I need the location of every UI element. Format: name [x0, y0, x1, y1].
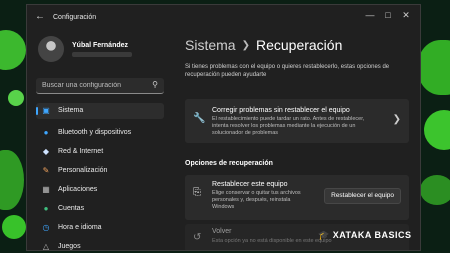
sidebar-item-personalizacion[interactable]: ✎ Personalización [36, 163, 164, 179]
gamepad-icon: △ [42, 242, 50, 251]
reset-card: ⎘ Restablecer este equipo Elige conserva… [185, 175, 409, 220]
wrench-icon: 🔧 [193, 113, 206, 124]
user-name: Yúbal Fernández [72, 42, 129, 49]
sidebar-item-label: Cuentas [58, 205, 85, 212]
sidebar-item-label: Aplicaciones [58, 186, 98, 193]
sidebar-item-hora[interactable]: ◷ Hora e idioma [36, 220, 164, 236]
card-title: Corregir problemas sin restablecer el eq… [212, 107, 350, 114]
wallpaper-shape [8, 90, 24, 106]
search-icon[interactable]: ⚲ [152, 80, 158, 89]
active-indicator [36, 107, 38, 115]
wallpaper-shape [424, 110, 450, 150]
watermark-logo: 🎓 XATAKA BASICS [318, 230, 412, 241]
card-title: Restablecer este equipo [212, 181, 288, 188]
history-icon: ↺ [193, 232, 202, 243]
search-input[interactable] [42, 80, 142, 91]
window-title: Configuración [53, 14, 97, 21]
sidebar: Yúbal Fernández ⚲ ▣ Sistema ● Bluetooth … [27, 31, 167, 251]
wallpaper-shape [0, 30, 26, 70]
search-box[interactable]: ⚲ [36, 78, 164, 94]
main-content: Sistema ❯ Recuperación Si tienes problemas… [177, 31, 420, 250]
system-icon: ▣ [42, 106, 50, 115]
troubleshoot-card[interactable]: 🔧 Corregir problemas sin restablecer el … [185, 99, 409, 143]
breadcrumb: Sistema ❯ Recuperación [185, 37, 342, 53]
bluetooth-icon: ● [43, 128, 49, 137]
chevron-right-icon: ❯ [392, 114, 401, 125]
sidebar-item-red[interactable]: ◆ Red & Internet [36, 144, 164, 160]
chevron-right-icon: ❯ [241, 40, 250, 51]
settings-window: ← Configuración — □ ✕ Yúbal Fernández ⚲ … [26, 4, 421, 251]
sidebar-item-label: Juegos [58, 243, 81, 250]
sidebar-item-cuentas[interactable]: ● Cuentas [36, 201, 164, 217]
wallpaper-shape [418, 40, 450, 95]
minimize-icon[interactable]: — [363, 10, 377, 20]
user-email-redacted [72, 52, 132, 57]
sidebar-item-juegos[interactable]: △ Juegos [36, 239, 164, 251]
wallpaper-shape [420, 175, 450, 205]
intro-text: Si tienes problemas con el equipo o quie… [185, 64, 390, 78]
section-title: Opciones de recuperación [185, 160, 273, 167]
card-description: Elige conservar o quitar tus archivos pe… [212, 190, 301, 210]
apps-icon: ▦ [42, 185, 50, 194]
sidebar-item-label: Personalización [58, 167, 108, 174]
sidebar-item-label: Sistema [58, 107, 84, 114]
sidebar-item-label: Bluetooth y dispositivos [58, 129, 132, 136]
close-icon[interactable]: ✕ [399, 10, 413, 21]
brush-icon: ✎ [42, 166, 50, 175]
back-arrow-icon[interactable]: ← [35, 11, 45, 22]
sidebar-item-label: Hora e idioma [58, 224, 102, 231]
sidebar-item-label: Red & Internet [58, 148, 104, 155]
wifi-icon: ◆ [42, 147, 50, 156]
sidebar-item-aplicaciones[interactable]: ▦ Aplicaciones [36, 182, 164, 198]
wallpaper-shape [2, 215, 26, 239]
reset-pc-icon: ⎘ [193, 187, 201, 198]
avatar[interactable] [38, 36, 64, 62]
breadcrumb-parent[interactable]: Sistema [185, 37, 236, 53]
maximize-icon[interactable]: □ [381, 10, 395, 20]
reset-pc-button[interactable]: Restablecer el equipo [324, 188, 401, 204]
card-description: El restablecimiento puede tardar un rato… [212, 116, 365, 136]
title-bar: ← Configuración — □ ✕ [27, 5, 420, 31]
page-title: Recuperación [255, 37, 343, 53]
wallpaper-shape [0, 150, 24, 210]
graduation-cap-icon: 🎓 [318, 230, 330, 240]
card-title: Volver [212, 228, 232, 235]
watermark-text: XATAKA BASICS [332, 230, 412, 240]
globe-clock-icon: ◷ [42, 223, 50, 232]
account-icon: ● [43, 204, 49, 213]
sidebar-item-sistema[interactable]: ▣ Sistema [36, 103, 164, 119]
sidebar-item-bluetooth[interactable]: ● Bluetooth y dispositivos [36, 125, 164, 141]
